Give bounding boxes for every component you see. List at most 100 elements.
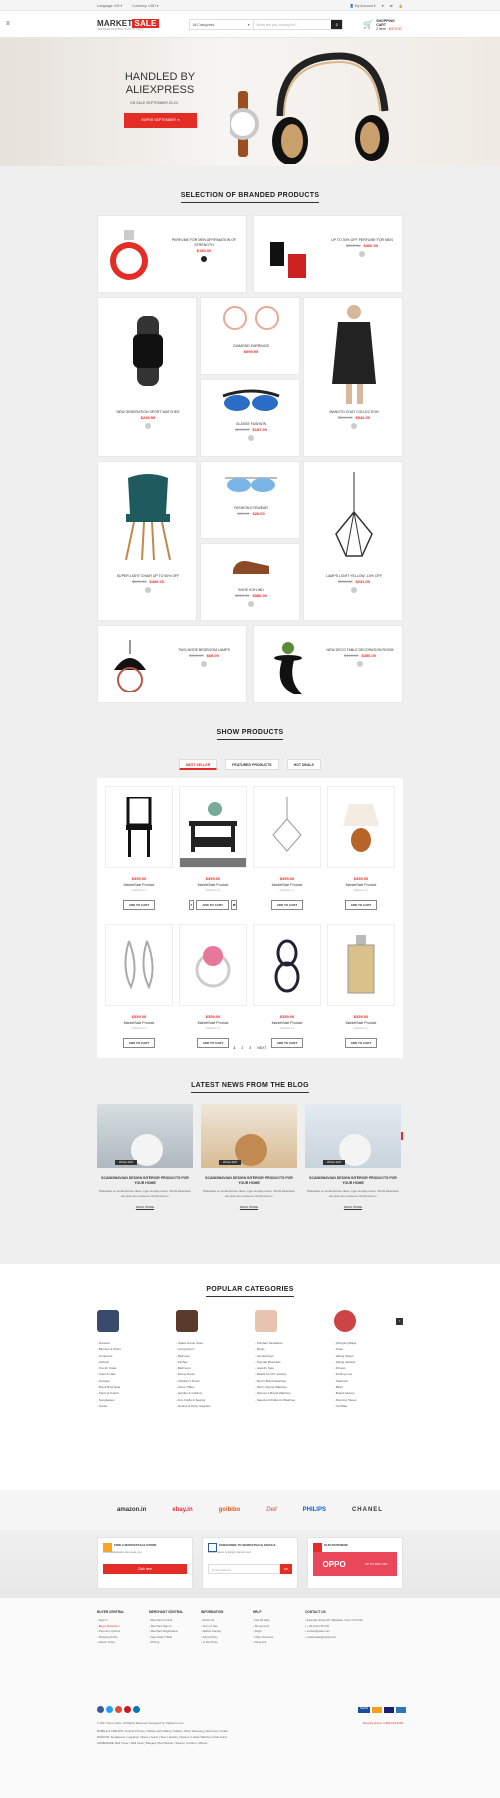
product-card[interactable]: $359.00 MarketSale Product Fashion Lc ADD T… — [105, 786, 173, 916]
shopping-cart[interactable]: 🛒 SHOPPING CART 2 item - $370.00 — [363, 19, 403, 31]
product-name[interactable]: MarketSale Product — [253, 883, 321, 887]
quick-view-bar[interactable] — [180, 858, 246, 867]
category-link[interactable]: Festive & Party Supplies — [176, 1403, 246, 1409]
product-card[interactable]: $359.00 MarketSale Product Fashion Lc ADD T… — [253, 924, 321, 1054]
product-card[interactable]: $359.00 MarketSale Product Fashion Lc ADD T… — [105, 924, 173, 1054]
login-icon[interactable]: 🔒 — [399, 4, 403, 8]
add-to-cart-button[interactable]: ADD TO CART — [122, 900, 156, 910]
blog-image[interactable]: 26 Dec 2017 — [97, 1104, 193, 1168]
product-image[interactable] — [327, 924, 395, 1006]
tab-featured[interactable]: FEATURED PRODUCTS — [225, 759, 279, 770]
read-more-link[interactable]: READ MORE — [305, 1205, 401, 1209]
read-more-link[interactable]: READ MORE — [201, 1205, 297, 1209]
brand-logo[interactable]: goibibo — [219, 1507, 241, 1513]
product-name[interactable]: MarketSale Product — [179, 1021, 247, 1025]
blog-image[interactable]: 26 Dec 2017 — [305, 1104, 401, 1168]
branded-card[interactable]: SUPER LIGHT CHAIR UP TO 50% OFF $800.00 $4… — [97, 461, 197, 621]
tab-best-seller[interactable]: BEST SELLER — [179, 759, 218, 770]
branded-card[interactable]: DIAMOND EARRINGS $999.95 — [200, 297, 300, 375]
search-button[interactable]: ⚲ — [331, 20, 343, 29]
branded-card[interactable]: LAMPS LIGHT YELLOW -10% OFF $250.00 $231.0… — [303, 461, 403, 621]
product-name[interactable]: MarketSale Product — [327, 883, 395, 887]
compare-icon[interactable]: ⇄ — [390, 4, 393, 8]
blog-post[interactable]: 26 Dec 2017 SCANDINAVIAN DESIGN INTERIOR … — [305, 1104, 401, 1209]
post-title[interactable]: SCANDINAVIAN DESIGN INTERIOR PRODUCTS FO… — [305, 1176, 401, 1186]
hero-button[interactable]: SUPER SEPTEMBER ➜ — [124, 113, 197, 128]
brand-logo[interactable]: amazon.in — [117, 1507, 146, 1513]
compare-icon[interactable]: ⇄ — [230, 900, 238, 910]
product-card[interactable]: $359.00 MarketSale Product Fashion Lc ♥ ADD … — [179, 786, 247, 916]
product-name[interactable]: MarketSale Product — [253, 1021, 321, 1025]
add-to-cart-button[interactable]: ADD TO CART — [270, 900, 304, 910]
product-image[interactable] — [253, 924, 321, 1006]
branded-card[interactable]: MANGTO COAT COLLECTION $590.00 $542.00 — [303, 297, 403, 457]
product-image[interactable] — [105, 786, 173, 868]
add-to-cart-button[interactable]: ADD TO CART — [344, 900, 378, 910]
youtube-icon[interactable] — [124, 1706, 131, 1713]
linkedin-icon[interactable] — [133, 1706, 140, 1713]
subscribe-button[interactable]: OK — [280, 1564, 292, 1574]
product-name[interactable]: MarketSale Product — [327, 1021, 395, 1025]
currency-selector[interactable]: Currency: USD ▾ — [132, 4, 158, 8]
branded-card[interactable]: NEW DECO TABLE DECORATION ROOM $410.00 $35… — [253, 625, 403, 703]
product-card[interactable]: $359.00 MarketSale Product Fashion Lc ADD T… — [327, 924, 395, 1054]
branded-card[interactable]: UP TO 30% OFF PERFUME FOR MEN $450.00 $300… — [253, 215, 403, 293]
footer-links-fashion[interactable]: FASHION: Sunglasses | Leggings | Sleep |… — [97, 1735, 403, 1739]
product-image[interactable] — [327, 786, 395, 868]
footer-links-homeware[interactable]: HOMEWARE: Bed Cover | Wall Clock | Bangl… — [97, 1741, 403, 1745]
product-name[interactable]: MarketSale Product — [179, 883, 247, 887]
tab-hot-deals[interactable]: HOT DEALS — [286, 759, 321, 770]
page-link[interactable]: 3 — [249, 1046, 251, 1050]
category-image[interactable] — [334, 1310, 356, 1332]
branded-card[interactable]: TWO-MODE BEDROOM LAMPS $100.00 $69.00 — [97, 625, 247, 703]
logo[interactable]: MARKET SALE AWESOME SHOPPING WITH US TODA… — [97, 18, 159, 31]
brand-logo[interactable]: ebay.in — [172, 1507, 192, 1513]
category-link[interactable]: Selected Children's Watches — [255, 1397, 325, 1403]
branded-card[interactable]: SHOE KOH-IND $600.00 $580.00 — [200, 543, 300, 621]
brand-logo[interactable]: CHANEL — [352, 1507, 383, 1513]
wishlist-icon[interactable]: ♥ — [382, 4, 384, 8]
product-card[interactable]: $359.00 MarketSale Product Fashion Lc ADD T… — [327, 786, 395, 916]
category-image[interactable] — [255, 1310, 277, 1332]
category-image[interactable] — [97, 1310, 119, 1332]
blog-image[interactable]: 26 Dec 2017 — [201, 1104, 297, 1168]
product-image[interactable] — [179, 924, 247, 1006]
branded-card[interactable]: NEW GENERATION SPORT WATCHES $249.95 — [97, 297, 197, 457]
category-link[interactable]: Yoli Bike — [334, 1403, 404, 1409]
brand-logo[interactable]: PHILIPS — [303, 1507, 326, 1513]
footer-link[interactable]: ▪ marketsale@gmail.com — [305, 1635, 377, 1641]
brand-logo[interactable]: Dell — [266, 1507, 276, 1513]
page-link[interactable]: 2 — [241, 1046, 243, 1050]
product-image[interactable] — [105, 924, 173, 1006]
google-plus-icon[interactable] — [115, 1706, 122, 1713]
blog-post[interactable]: 26 Dec 2017 SCANDINAVIAN DESIGN INTERIOR … — [201, 1104, 297, 1209]
product-image[interactable] — [179, 786, 247, 868]
page-link[interactable]: NEXT — [257, 1046, 266, 1050]
branded-card[interactable]: FASHION EYEWEAR $30.00 $26.00 — [200, 461, 300, 539]
read-more-link[interactable]: READ MORE — [97, 1205, 193, 1209]
twitter-icon[interactable] — [106, 1706, 113, 1713]
blog-post[interactable]: 26 Dec 2017 SCANDINAVIAN DESIGN INTERIOR … — [97, 1104, 193, 1209]
search-input[interactable]: What are you looking for? — [254, 20, 332, 29]
category-link[interactable]: Socks — [97, 1403, 167, 1409]
email-input[interactable]: Email address — [208, 1564, 280, 1574]
footer-links-mobile[interactable]: MOBILE & TABLETS: Android Phones | Table… — [97, 1729, 403, 1733]
product-card[interactable]: $359.00 MarketSale Product Fashion Lc ADD T… — [253, 786, 321, 916]
page-link[interactable]: 1 — [233, 1046, 235, 1050]
product-name[interactable]: MarketSale Product — [105, 1021, 173, 1025]
product-image[interactable] — [253, 786, 321, 868]
post-title[interactable]: SCANDINAVIAN DESIGN INTERIOR PRODUCTS FO… — [201, 1176, 297, 1186]
category-image[interactable] — [176, 1310, 198, 1332]
product-name[interactable]: MarketSale Product — [105, 883, 173, 887]
category-select[interactable]: All Categories ▾ — [190, 20, 254, 29]
store-click-button[interactable]: Click here — [103, 1564, 187, 1574]
post-title[interactable]: SCANDINAVIAN DESIGN INTERIOR PRODUCTS FO… — [97, 1176, 193, 1186]
oppo-banner[interactable]: OPPO UP TO 30% OFF — [313, 1552, 397, 1576]
product-card[interactable]: $359.00 MarketSale Product Fashion Lc ADD T… — [179, 924, 247, 1054]
language-selector[interactable]: Language: EN ▾ — [97, 4, 122, 8]
wishlist-icon[interactable]: ♥ — [188, 900, 195, 910]
branded-card[interactable]: GLASSE FASHION $220.00 $187.00 — [200, 379, 300, 457]
hamburger-menu-icon[interactable]: ≡ — [6, 21, 10, 27]
my-account-link[interactable]: 👤 My Account ▾ — [349, 4, 375, 8]
facebook-icon[interactable] — [97, 1706, 104, 1713]
